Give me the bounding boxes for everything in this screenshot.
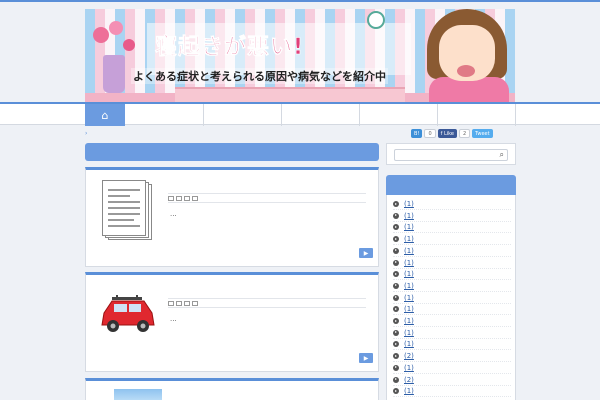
post-meta-icons xyxy=(168,300,366,308)
photo-thumbnail[interactable] xyxy=(114,389,162,400)
post-excerpt: ... xyxy=(170,210,177,218)
document-icon[interactable] xyxy=(98,180,158,240)
search-widget: ⌕ xyxy=(386,143,516,165)
car-icon[interactable] xyxy=(98,295,158,355)
nav-item[interactable] xyxy=(438,104,516,126)
nav-item[interactable] xyxy=(282,104,360,126)
arrow-bullet-icon xyxy=(393,212,399,219)
site-banner[interactable]: 寝起きが悪い! よくある症状と考えられる原因や病気などを紹介中 xyxy=(85,9,515,103)
search-icon[interactable]: ⌕ xyxy=(500,150,504,160)
arrow-bullet-icon xyxy=(393,306,399,313)
arrow-bullet-icon xyxy=(393,271,399,278)
breadcrumb[interactable]: › xyxy=(85,130,87,137)
vase-illustration xyxy=(103,55,125,93)
archive-item[interactable]: (1) xyxy=(393,293,511,304)
archive-link[interactable]: (1) xyxy=(404,340,414,348)
archive-item[interactable]: (1) xyxy=(393,234,511,246)
home-icon[interactable]: ⌂ xyxy=(85,104,125,126)
archive-link[interactable]: (2) xyxy=(404,376,414,384)
archive-link[interactable]: (1) xyxy=(404,247,414,255)
archive-link[interactable]: (2) xyxy=(404,352,414,360)
archive-link[interactable]: (1) xyxy=(404,317,414,325)
arrow-bullet-icon xyxy=(393,353,399,360)
archives-widget: (1) (1) (1) (1) (1) (1) (1) (1) (1) (1) … xyxy=(386,195,516,400)
post-excerpt: ... xyxy=(170,315,177,323)
facebook-like-button[interactable]: f Like xyxy=(437,129,457,138)
archive-link[interactable]: (1) xyxy=(404,364,414,372)
arrow-bullet-icon xyxy=(393,341,399,348)
post-title-line[interactable] xyxy=(168,184,366,194)
flower-illustration xyxy=(123,39,135,51)
archive-item[interactable]: (1) xyxy=(393,328,511,339)
archive-item[interactable]: (1) xyxy=(393,199,511,210)
arrow-bullet-icon xyxy=(393,294,399,301)
archive-link[interactable]: (1) xyxy=(404,200,414,208)
archive-link[interactable]: (1) xyxy=(404,294,414,302)
banner-title: 寝起きが悪い! xyxy=(155,35,305,61)
archive-link[interactable]: (1) xyxy=(404,235,414,243)
arrow-bullet-icon xyxy=(393,364,399,371)
archive-link[interactable]: (1) xyxy=(404,387,414,395)
read-more-button[interactable]: ▶ xyxy=(359,353,373,363)
archive-item[interactable]: (1) xyxy=(393,316,511,327)
archive-item[interactable]: (1) xyxy=(393,386,511,398)
main-heading-bar xyxy=(85,143,379,161)
archive-item[interactable]: (1) xyxy=(393,222,511,234)
arrow-bullet-icon xyxy=(393,388,399,395)
archive-link[interactable]: (1) xyxy=(404,329,414,337)
arrow-bullet-icon xyxy=(393,376,399,383)
yawning-girl-illustration xyxy=(421,9,513,103)
archive-item[interactable]: (1) xyxy=(393,211,511,222)
flower-illustration xyxy=(93,27,109,43)
tweet-button[interactable]: Tweet xyxy=(472,129,493,138)
arrow-bullet-icon xyxy=(393,247,399,254)
archive-item[interactable]: (1) xyxy=(393,269,511,281)
archive-link[interactable]: (1) xyxy=(404,305,414,313)
banner-bed xyxy=(175,87,405,103)
archive-item[interactable]: (1) xyxy=(393,258,511,269)
banner-subtitle: よくある症状と考えられる原因や病気などを紹介中 xyxy=(131,68,388,84)
arrow-bullet-icon xyxy=(393,282,399,289)
archive-item[interactable]: (1) xyxy=(393,363,511,374)
nav-item[interactable] xyxy=(204,104,282,126)
archive-item[interactable]: (1) xyxy=(393,281,511,292)
hatena-bookmark-button[interactable]: B! xyxy=(411,129,423,138)
archive-item[interactable]: (1) xyxy=(393,304,511,316)
archive-link[interactable]: (1) xyxy=(404,212,414,220)
arrow-bullet-icon xyxy=(393,259,399,266)
post-card[interactable]: ... ▶ xyxy=(85,167,379,267)
arrow-bullet-icon xyxy=(393,318,399,324)
post-meta-icons xyxy=(168,195,366,203)
top-accent-line xyxy=(0,0,600,2)
search-input[interactable]: ⌕ xyxy=(394,149,508,161)
hatena-count: 0 xyxy=(424,129,436,138)
social-buttons: B! 0 f Like 2 Tweet xyxy=(411,129,493,138)
post-card[interactable]: ... ▶ xyxy=(85,272,379,372)
nav-item[interactable] xyxy=(360,104,438,126)
flower-illustration xyxy=(109,21,123,35)
archive-item[interactable]: (1) xyxy=(393,339,511,351)
archive-link[interactable]: (1) xyxy=(404,223,414,231)
clock-icon xyxy=(367,11,385,29)
archives-widget-header xyxy=(386,175,516,195)
archive-link[interactable]: (1) xyxy=(404,282,414,290)
arrow-bullet-icon xyxy=(393,201,399,207)
arrow-bullet-icon xyxy=(393,329,399,336)
archive-item[interactable]: (1) xyxy=(393,246,511,257)
archive-link[interactable]: (1) xyxy=(404,270,414,278)
post-card[interactable] xyxy=(85,378,379,400)
like-count: 2 xyxy=(458,129,471,138)
archive-item[interactable]: (2) xyxy=(393,375,511,386)
arrow-bullet-icon xyxy=(393,236,399,243)
global-nav: ⌂ xyxy=(0,102,600,126)
post-title-line[interactable] xyxy=(168,289,366,299)
arrow-bullet-icon xyxy=(393,224,399,231)
archive-item[interactable]: (2) xyxy=(393,351,511,363)
nav-item[interactable] xyxy=(125,104,204,126)
read-more-button[interactable]: ▶ xyxy=(359,248,373,258)
archive-link[interactable]: (1) xyxy=(404,259,414,267)
